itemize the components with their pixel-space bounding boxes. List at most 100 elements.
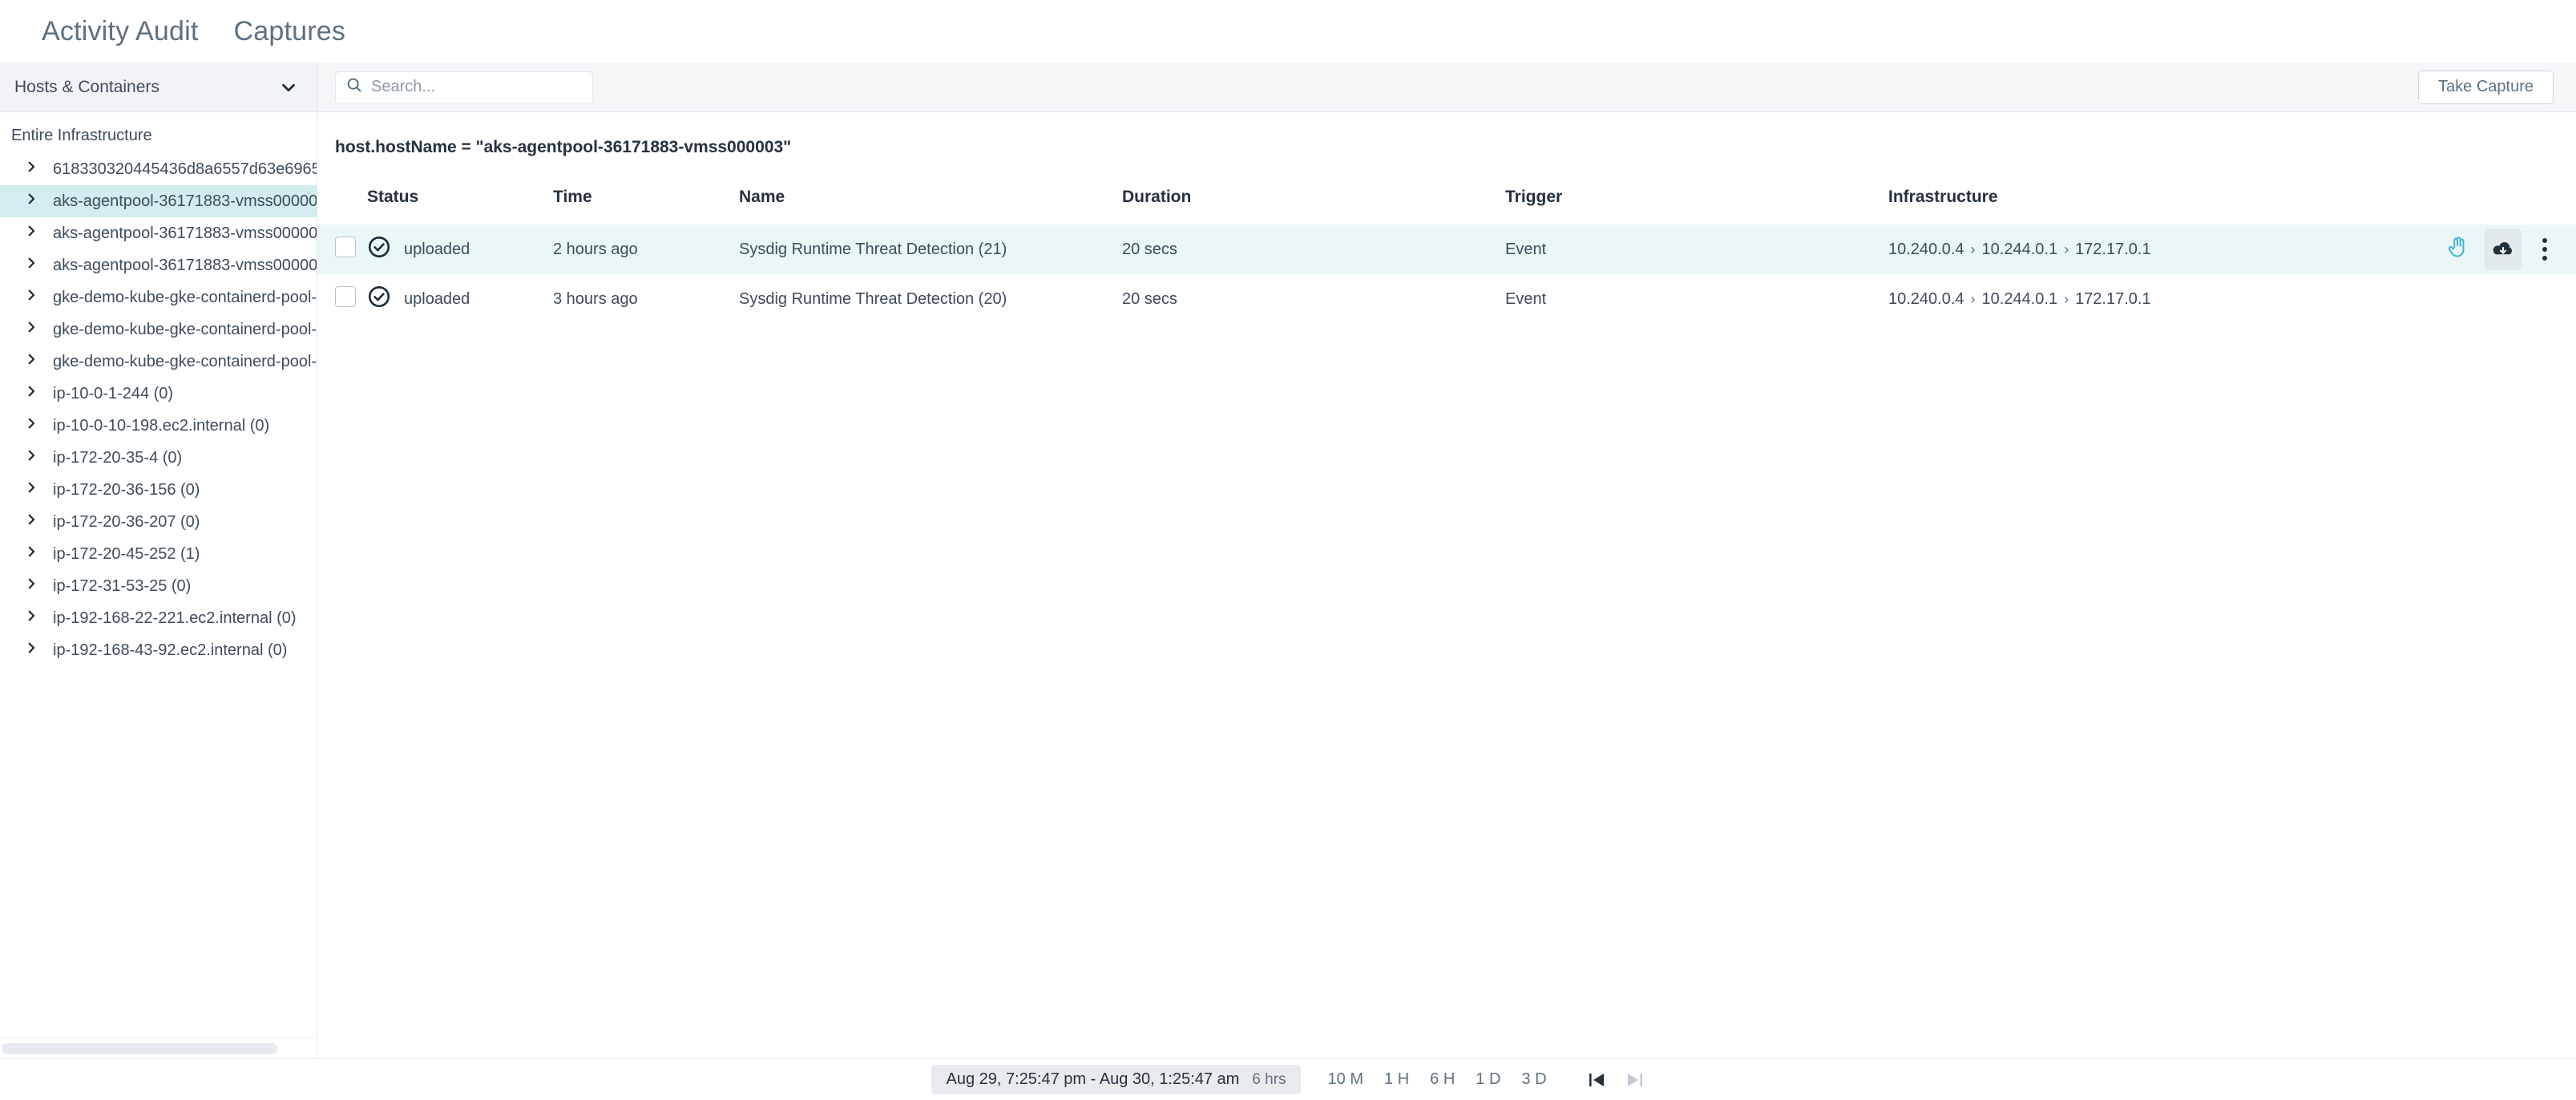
time-range-label: Aug 29, 7:25:47 pm - Aug 30, 1:25:47 am — [946, 1070, 1240, 1088]
chevron-right-icon[interactable] — [24, 288, 40, 307]
jump-to-start-icon[interactable] — [1587, 1070, 1606, 1090]
tree-item[interactable]: gke-demo-kube-gke-containerd-pool-038bdc… — [0, 281, 317, 313]
row-checkbox[interactable] — [335, 286, 356, 307]
tree-item-label: aks-agentpool-36171883-vmss000005 (2) — [53, 256, 317, 274]
sidebar-tree[interactable]: Entire Infrastructure 618330320445436d8a… — [0, 112, 317, 1058]
chevron-right-icon[interactable] — [24, 641, 40, 660]
chevron-right-icon[interactable] — [24, 384, 40, 403]
row-duration: 20 secs — [1122, 224, 1505, 274]
chevron-right-icon[interactable] — [24, 352, 40, 371]
jump-to-end-icon[interactable] — [1625, 1070, 1645, 1090]
tree-item[interactable]: ip-192-168-22-221.ec2.internal (0) — [0, 602, 317, 634]
time-range-picker[interactable]: Aug 29, 7:25:47 pm - Aug 30, 1:25:47 am … — [931, 1065, 1301, 1094]
chevron-right-icon[interactable] — [24, 448, 40, 467]
row-status-cell: uploaded — [367, 274, 553, 324]
scrollbar-thumb[interactable] — [2, 1042, 277, 1054]
header-status[interactable]: Status — [367, 180, 553, 224]
tree-item[interactable]: ip-172-20-36-207 (0) — [0, 506, 317, 538]
main-toolbar: Take Capture — [317, 63, 2576, 112]
row-checkbox[interactable] — [335, 237, 356, 257]
take-capture-button[interactable]: Take Capture — [2418, 70, 2554, 104]
download-capture-file-button[interactable] — [2485, 228, 2521, 270]
captures-page: Activity Audit Captures Hosts & Containe… — [0, 0, 2576, 1100]
tree-item[interactable]: gke-demo-kube-gke-containerd-pool-038bdc… — [0, 346, 317, 378]
tree-item-label: ip-172-20-36-156 (0) — [53, 480, 200, 499]
infra-node: 10.244.0.1 — [1981, 289, 2058, 308]
tree-item[interactable]: ip-172-20-36-156 (0) — [0, 474, 317, 506]
header-actions — [2312, 180, 2576, 224]
tree-item[interactable]: aks-agentpool-36171883-vmss000005 (2) — [0, 249, 317, 281]
row-actions-cell — [2312, 224, 2576, 274]
tree-item-label: ip-192-168-22-221.ec2.internal (0) — [53, 609, 297, 627]
chevron-right-icon[interactable] — [24, 480, 40, 499]
tree-item[interactable]: ip-10-0-1-244 (0) — [0, 378, 317, 410]
row-more-menu-button[interactable] — [2536, 238, 2554, 261]
row-name: Sysdig Runtime Threat Detection (21) — [739, 224, 1122, 274]
tree-item-label: gke-demo-kube-gke-containerd-pool-038bdc… — [53, 288, 317, 306]
time-preset[interactable]: 1 H — [1384, 1070, 1409, 1089]
search-input[interactable] — [371, 78, 583, 96]
captures-table: Status Time Name Duration Trigger Infras… — [317, 180, 2576, 324]
tree-item[interactable]: aks-agentpool-36171883-vmss000003 (2) — [0, 185, 317, 217]
row-checkbox-cell — [317, 274, 367, 324]
chevron-right-icon[interactable] — [24, 609, 40, 628]
chevron-right-icon[interactable] — [24, 544, 40, 564]
header-time[interactable]: Time — [553, 180, 739, 224]
tree-item[interactable]: ip-192-168-43-92.ec2.internal (0) — [0, 634, 317, 666]
tree-item[interactable]: ip-172-31-53-25 (0) — [0, 570, 317, 602]
chevron-right-icon[interactable] — [24, 256, 40, 275]
infra-node: 10.240.0.4 — [1888, 240, 1964, 258]
time-preset[interactable]: 3 D — [1521, 1070, 1546, 1089]
tree-item[interactable]: gke-demo-kube-gke-containerd-pool-038bdc… — [0, 313, 317, 346]
header-select-all — [317, 180, 367, 224]
row-status-label: uploaded — [404, 240, 470, 258]
infra-node: 10.240.0.4 — [1888, 289, 1964, 308]
chevron-right-icon[interactable] — [24, 160, 40, 179]
chevron-right-icon[interactable] — [24, 512, 40, 532]
table-row[interactable]: uploaded 2 hours ago Sysdig Runtime Threat… — [317, 224, 2576, 274]
sidebar-scope-selector[interactable]: Hosts & Containers — [0, 63, 317, 112]
tree-item[interactable]: 618330320445436d8a6557d63e6965b6-34189 — [0, 153, 317, 185]
search-box[interactable] — [335, 71, 593, 103]
time-preset[interactable]: 6 H — [1430, 1070, 1455, 1089]
header-duration[interactable]: Duration — [1122, 180, 1505, 224]
tree-item-label: aks-agentpool-36171883-vmss000004 (0) — [53, 224, 317, 242]
row-duration: 20 secs — [1122, 289, 1177, 308]
tree-item[interactable]: aks-agentpool-36171883-vmss000004 (0) — [0, 217, 317, 249]
chevron-right-icon[interactable] — [24, 576, 40, 596]
tree-item[interactable]: ip-172-20-35-4 (0) — [0, 442, 317, 474]
time-range-duration: 6 hrs — [1252, 1070, 1286, 1088]
row-name: Sysdig Runtime Threat Detection (20) — [739, 289, 1007, 308]
table-row[interactable]: uploaded 3 hours ago Sysdig Runtime Threat… — [317, 274, 2576, 324]
header-trigger[interactable]: Trigger — [1505, 180, 1888, 224]
captures-content: host.hostName = "aks-agentpool-36171883-… — [317, 112, 2576, 1058]
row-infrastructure: 10.240.0.4 › 10.244.0.1 › 172.17.0.1 — [1888, 224, 2312, 274]
row-checkbox-cell — [317, 224, 367, 274]
tree-item-label: ip-10-0-10-198.ec2.internal (0) — [53, 416, 270, 435]
chevron-right-icon[interactable] — [24, 192, 40, 211]
chevron-right-icon[interactable] — [24, 416, 40, 435]
infra-node: 172.17.0.1 — [2075, 240, 2151, 258]
time-preset[interactable]: 1 D — [1476, 1070, 1500, 1089]
tree-item[interactable]: ip-172-20-45-252 (1) — [0, 538, 317, 570]
tab-captures[interactable]: Captures — [216, 0, 364, 63]
tree-item[interactable]: ip-10-0-10-198.ec2.internal (0) — [0, 410, 317, 442]
tree-item-label: 618330320445436d8a6557d63e6965b6-34189 — [53, 160, 317, 178]
chevron-right-icon[interactable] — [24, 320, 40, 339]
infra-node: 10.244.0.1 — [1981, 240, 2058, 258]
tab-activity-audit[interactable]: Activity Audit — [24, 0, 216, 63]
row-status-label: uploaded — [404, 289, 470, 308]
row-trigger: Event — [1505, 224, 1888, 274]
header-name[interactable]: Name — [739, 180, 1122, 224]
time-preset[interactable]: 10 M — [1328, 1070, 1363, 1089]
chevron-right-icon[interactable] — [24, 224, 40, 243]
tree-root-label: Entire Infrastructure — [11, 127, 152, 144]
tree-item-label: gke-demo-kube-gke-containerd-pool-038bdc… — [53, 320, 317, 338]
infra-node: 172.17.0.1 — [2075, 289, 2151, 308]
header-infrastructure[interactable]: Infrastructure — [1888, 180, 2312, 224]
status-check-icon — [367, 285, 391, 313]
tree-item-label: ip-192-168-43-92.ec2.internal (0) — [53, 641, 288, 659]
infrastructure-sidebar: Hosts & Containers Entire Infrastructure… — [0, 63, 317, 1058]
sidebar-horizontal-scrollbar[interactable] — [0, 1037, 316, 1058]
infra-separator: › — [2064, 290, 2069, 307]
